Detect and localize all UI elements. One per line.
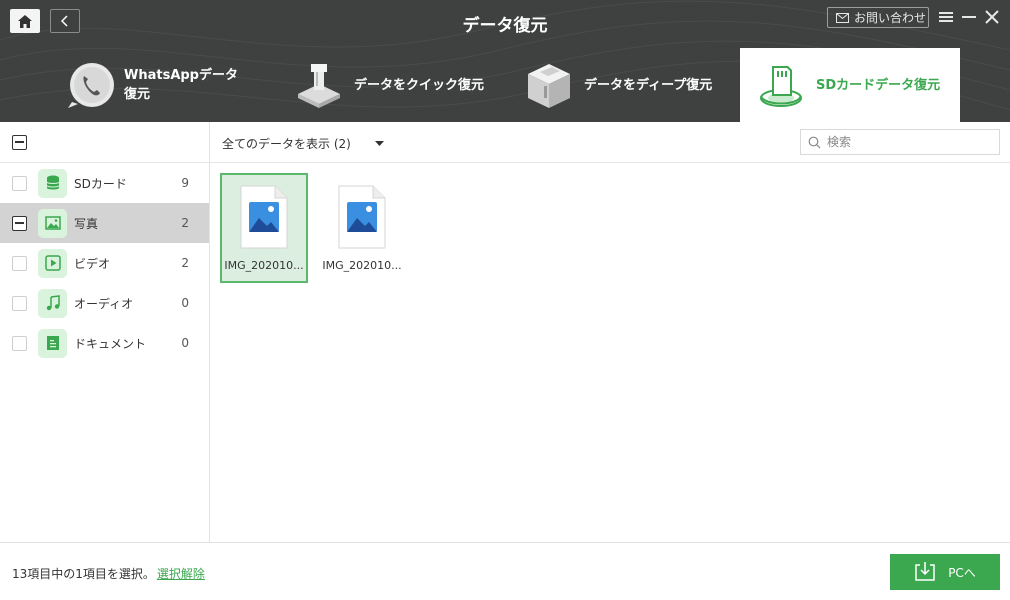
sd-card-icon (752, 56, 810, 114)
file-name: IMG_202010... (322, 259, 402, 272)
category-sidebar: SDカード 9 写真 2 ビデオ 2 オーディオ 0 ドキュメント 0 (0, 122, 210, 542)
download-to-pc-icon (915, 562, 935, 581)
sidebar-item-audio[interactable]: オーディオ 0 (0, 283, 209, 323)
select-all-row (0, 122, 209, 163)
minimize-button[interactable] (960, 8, 978, 26)
content-toolbar: 全てのデータを表示 (2) (210, 122, 1010, 163)
database-icon (38, 168, 67, 198)
selection-status: 13項目中の1項目を選択。 選択解除 (12, 565, 205, 582)
filter-label: 全てのデータを表示 (2) (222, 137, 351, 151)
sidebar-item-photos[interactable]: 写真 2 (0, 203, 209, 243)
image-file-icon (338, 185, 386, 249)
whatsapp-phone-icon (60, 56, 118, 114)
checkbox[interactable] (12, 175, 27, 191)
tab-quick-recovery[interactable]: データをクイック復元 (290, 48, 510, 122)
contact-label: お問い合わせ (854, 11, 927, 25)
deep-recovery-icon (520, 56, 578, 114)
deselect-link[interactable]: 選択解除 (157, 567, 205, 581)
sidebar-item-label: SDカード (74, 176, 127, 191)
sidebar-item-video[interactable]: ビデオ 2 (0, 243, 209, 283)
app-header: データ復元 お問い合わせ WhatsAppデータ復元 データをクイック復元 デー… (0, 0, 1010, 122)
sidebar-item-label: 写真 (74, 216, 99, 231)
sidebar-item-count: 9 (181, 176, 189, 190)
sidebar-item-label: ドキュメント (74, 336, 147, 351)
checkbox[interactable] (12, 255, 27, 271)
quick-recovery-icon (290, 56, 348, 114)
photo-icon (38, 208, 67, 238)
status-footer: 13項目中の1項目を選択。 選択解除 PCへ (0, 542, 1010, 600)
filter-dropdown[interactable]: 全てのデータを表示 (2) (222, 135, 384, 152)
sidebar-item-label: ビデオ (74, 256, 111, 271)
close-button[interactable] (983, 8, 1001, 26)
search-icon (808, 136, 821, 148)
video-icon (38, 248, 67, 278)
search-input[interactable] (827, 135, 987, 149)
sidebar-item-documents[interactable]: ドキュメント 0 (0, 323, 209, 363)
sidebar-item-count: 0 (181, 296, 189, 310)
sidebar-item-count: 0 (181, 336, 189, 350)
sidebar-item-count: 2 (181, 216, 189, 230)
contact-button[interactable]: お問い合わせ (827, 7, 929, 28)
selection-status-text: 13項目中の1項目を選択。 (12, 567, 155, 581)
export-to-pc-button[interactable]: PCへ (890, 554, 1000, 590)
export-button-label: PCへ (948, 565, 976, 580)
sidebar-item-sd-card[interactable]: SDカード 9 (0, 163, 209, 203)
tab-label: WhatsAppデータ復元 (124, 68, 238, 102)
tab-sd-card-recovery[interactable]: SDカードデータ復元 (740, 48, 960, 122)
tab-label: データをディープ復元 (584, 77, 713, 93)
file-name: IMG_202010... (224, 259, 304, 272)
checkbox[interactable] (12, 335, 27, 351)
document-icon (38, 328, 67, 358)
search-box[interactable] (800, 129, 1000, 155)
tab-label: データをクイック復元 (354, 77, 485, 93)
image-file-icon (240, 185, 288, 249)
caret-down-icon (374, 140, 384, 146)
tab-label: SDカードデータ復元 (816, 77, 941, 93)
minimize-icon (962, 16, 976, 18)
hamburger-icon (939, 12, 953, 22)
file-grid: IMG_202010... IMG_202010... (220, 173, 406, 283)
select-all-checkbox[interactable] (12, 134, 27, 150)
tab-deep-recovery[interactable]: データをディープ復元 (520, 48, 740, 122)
mail-icon (836, 12, 849, 23)
close-icon (985, 10, 999, 24)
file-card[interactable]: IMG_202010... (318, 173, 406, 283)
sidebar-item-label: オーディオ (74, 296, 134, 311)
menu-button[interactable] (937, 8, 955, 26)
tab-whatsapp-recovery[interactable]: WhatsAppデータ復元 (60, 48, 285, 122)
checkbox[interactable] (12, 215, 27, 231)
file-card[interactable]: IMG_202010... (220, 173, 308, 283)
checkbox[interactable] (12, 295, 27, 311)
music-icon (38, 288, 67, 318)
sidebar-item-count: 2 (181, 256, 189, 270)
